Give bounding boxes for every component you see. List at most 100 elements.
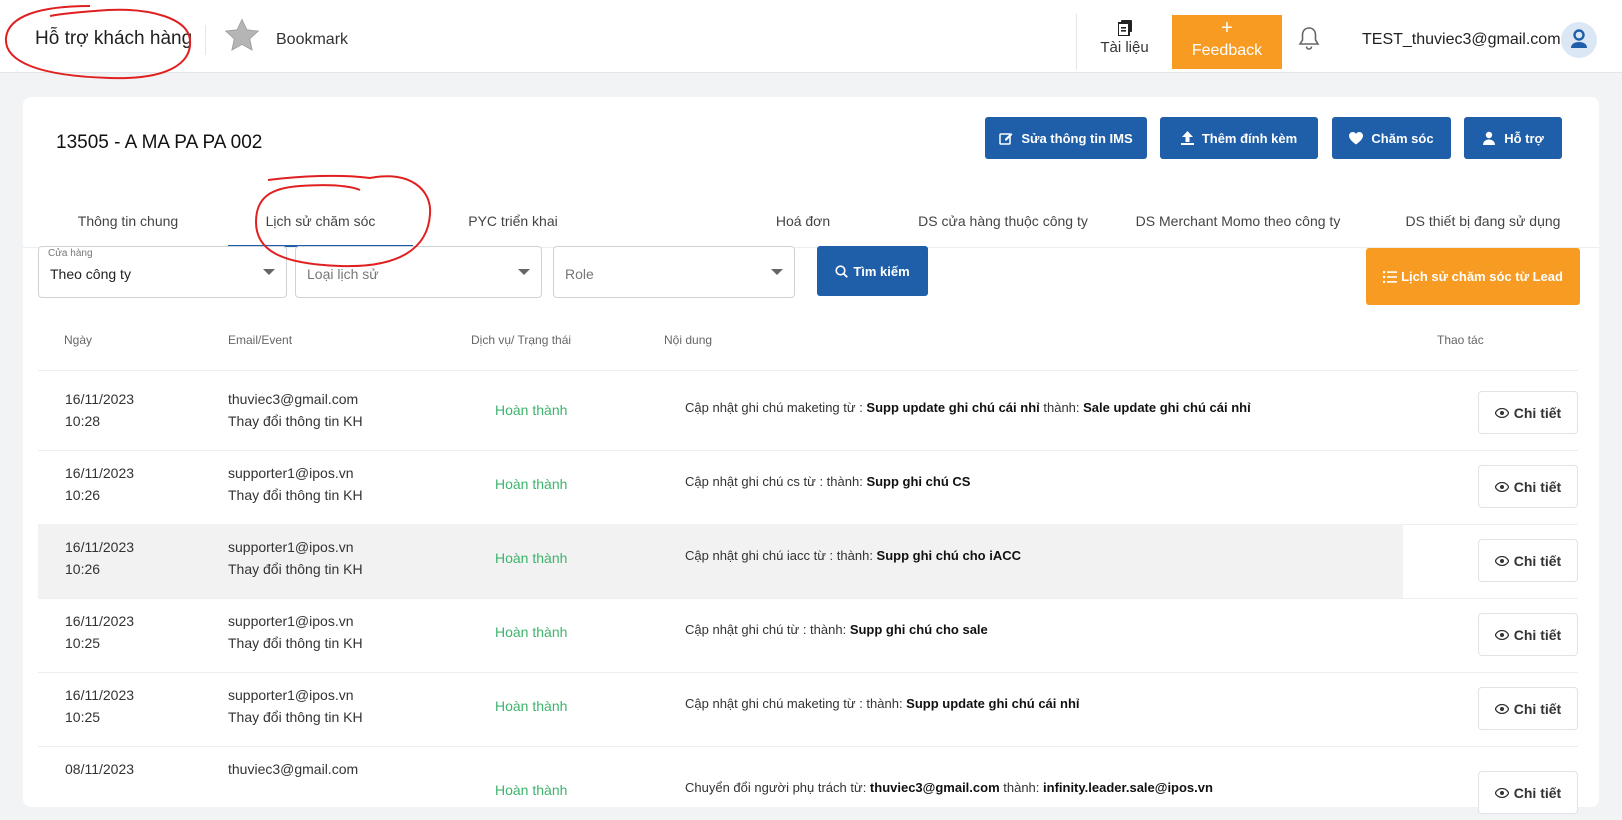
row-email-event: thuviec3@gmail.com [228,761,359,777]
document-icon [1117,20,1132,36]
tab-bar: Thông tin chung Lịch sử chăm sóc PYC tri… [23,207,1599,248]
top-bar: Hỗ trợ khách hàng Bookmark Tài liệu + Fe… [0,0,1622,73]
tab-general-info[interactable]: Thông tin chung [53,207,203,245]
detail-button[interactable]: Chi tiết [1478,391,1578,434]
lead-history-label: Lịch sử chăm sóc từ Lead [1401,269,1563,284]
detail-button[interactable]: Chi tiết [1478,771,1578,814]
chevron-down-icon [771,269,783,275]
plus-icon: + [1221,17,1233,39]
detail-button[interactable]: Chi tiết [1478,687,1578,730]
divider [205,25,206,55]
support-button[interactable]: Hỗ trợ [1464,117,1562,159]
docs-button[interactable]: Tài liệu [1076,14,1173,70]
tab-devices-in-use[interactable]: DS thiết bị đang sử dụng [1383,207,1583,245]
status-badge: Hoàn thành [495,550,568,566]
eye-icon [1494,787,1509,798]
row-date: 16/11/2023 10:26 [65,465,135,503]
search-icon [835,264,849,278]
row-date: 16/11/2023 10:25 [65,687,135,725]
chevron-down-icon [263,269,275,275]
support-agent-icon [1483,131,1496,145]
tab-deployment-requests[interactable]: PYC triển khai [438,207,588,245]
feedback-label: Feedback [1191,42,1263,59]
tab-invoices[interactable]: Hoá đơn [743,207,863,245]
search-button[interactable]: Tìm kiếm [817,246,928,296]
care-label: Chăm sóc [1371,130,1434,146]
feedback-button[interactable]: + Feedback [1172,15,1282,69]
tab-company-stores[interactable]: DS cửa hàng thuộc công ty [903,207,1103,245]
row-date: 16/11/2023 10:25 [65,613,135,651]
row-email-event: supporter1@ipos.vn Thay đổi thông tin KH [228,539,363,577]
avatar[interactable] [1561,22,1597,58]
row-content: Cập nhật ghi chú maketing từ : Supp upda… [685,400,1251,415]
row-content: Chuyển đổi người phụ trách từ: thuviec3@… [685,780,1213,795]
row-date: 16/11/2023 10:28 [65,391,135,429]
eye-icon [1494,555,1509,566]
edit-ims-label: Sửa thông tin IMS [1021,130,1133,146]
row-date: 08/11/2023 [65,761,135,777]
column-header-date: Ngày [64,333,93,347]
column-header-content: Nội dung [664,333,713,347]
add-attachment-label: Thêm đính kèm [1201,130,1298,146]
detail-button[interactable]: Chi tiết [1478,465,1578,508]
table-row: 16/11/2023 10:25 supporter1@ipos.vn Thay đ… [38,598,1578,673]
user-email[interactable]: TEST_thuviec3@gmail.com [1362,31,1561,49]
add-attachment-button[interactable]: Thêm đính kèm [1160,117,1318,159]
table-row: 16/11/2023 10:26 supporter1@ipos.vn Thay đ… [38,450,1578,525]
star-icon[interactable] [223,17,261,60]
status-badge: Hoàn thành [495,476,568,492]
store-select-label: Cửa hàng [48,248,93,259]
support-label: Hỗ trợ [1504,130,1544,146]
status-badge: Hoàn thành [495,402,568,418]
main-card: 13505 - A MA PA PA 002 Sửa thông tin IMS… [23,97,1599,814]
table-row: 16/11/2023 10:28 thuviec3@gmail.com Thay đ… [38,376,1578,451]
detail-button[interactable]: Chi tiết [1478,539,1578,582]
row-actions-cell: Chi tiết [1403,524,1578,599]
lead-history-button[interactable]: Lịch sử chăm sóc từ Lead [1366,248,1580,305]
row-email-event: thuviec3@gmail.com Thay đổi thông tin KH [228,391,363,429]
status-badge: Hoàn thành [495,698,568,714]
row-content: Cập nhật ghi chú cs từ : thành: Supp ghi… [685,474,971,489]
row-email-event: supporter1@ipos.vn Thay đổi thông tin KH [228,687,363,725]
row-email-event: supporter1@ipos.vn Thay đổi thông tin KH [228,465,363,503]
chevron-down-icon [518,269,530,275]
eye-icon [1494,629,1509,640]
status-badge: Hoàn thành [495,782,568,798]
column-header-actions: Thao tác [1437,333,1484,347]
role-placeholder: Role [565,266,594,282]
history-type-select[interactable]: Loại lịch sử [295,246,542,298]
eye-icon [1494,703,1509,714]
upload-icon [1180,131,1194,145]
header-divider [38,370,1578,371]
eye-icon [1494,481,1509,492]
eye-icon [1494,407,1509,418]
row-content: Cập nhật ghi chú iacc từ : thành: Supp g… [685,548,1021,563]
column-header-email-event: Email/Event [228,333,293,347]
history-type-placeholder: Loại lịch sử [307,266,379,282]
app-title[interactable]: Hỗ trợ khách hàng [35,28,192,50]
edit-ims-button[interactable]: Sửa thông tin IMS [985,117,1147,159]
heart-icon [1349,131,1364,144]
tab-care-history[interactable]: Lịch sử chăm sóc [228,207,413,247]
user-icon [1571,29,1587,48]
column-header-service-status: Dịch vụ/ Trạng thái [471,333,572,347]
row-date: 16/11/2023 10:26 [65,539,135,577]
edit-icon [999,133,1013,145]
list-icon [1383,270,1398,283]
store-select[interactable]: Cửa hàng Theo công ty [38,246,287,298]
role-select[interactable]: Role [553,246,795,298]
table-row: 16/11/2023 10:25 supporter1@ipos.vn Thay đ… [38,672,1578,747]
status-badge: Hoàn thành [495,624,568,640]
row-content: Cập nhật ghi chú từ : thành: Supp ghi ch… [685,622,988,637]
row-email-event: supporter1@ipos.vn Thay đổi thông tin KH [228,613,363,651]
tab-momo-merchants[interactable]: DS Merchant Momo theo công ty [1128,207,1348,245]
row-content: Cập nhật ghi chú maketing từ : thành: Su… [685,696,1080,711]
care-button[interactable]: Chăm sóc [1332,117,1451,159]
bell-icon[interactable] [1298,26,1320,55]
detail-button[interactable]: Chi tiết [1478,613,1578,656]
store-select-value: Theo công ty [50,266,131,282]
docs-label: Tài liệu [1100,39,1149,56]
table-row: 16/11/2023 10:26 supporter1@ipos.vn Thay đ… [38,524,1403,599]
table-row: 08/11/2023 thuviec3@gmail.com Hoàn thành… [38,746,1578,820]
bookmark-link[interactable]: Bookmark [276,31,348,49]
